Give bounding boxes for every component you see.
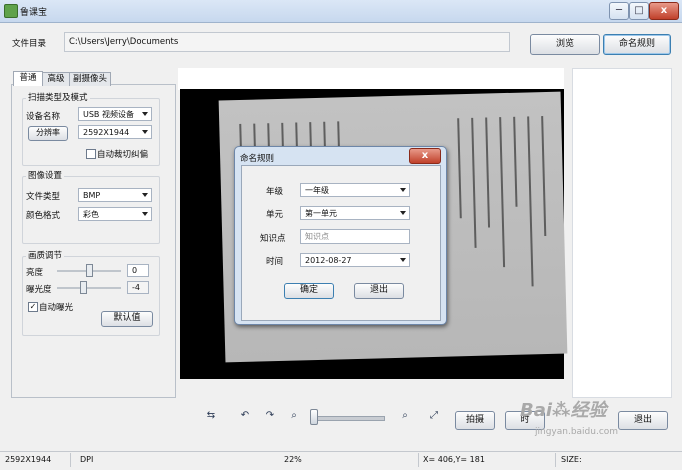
quality-group-title: 画质调节 — [26, 249, 65, 261]
zoom-slider-thumb[interactable] — [310, 409, 318, 425]
paw-icon: ⁂ — [552, 400, 571, 421]
watermark-brand-right: 经验 — [570, 400, 607, 421]
exit-button[interactable]: 退出 — [618, 411, 668, 430]
auto-exposure-checkbox[interactable]: ✓ — [28, 302, 38, 312]
dialog-close-button[interactable]: x — [409, 148, 441, 164]
resolution-value: 2592X1944 — [83, 128, 130, 137]
knowledge-label: 知识点 — [260, 234, 286, 244]
status-divider — [555, 453, 556, 467]
rotate-left-icon[interactable]: ↶ — [238, 410, 252, 421]
exposure-label: 曝光度 — [26, 285, 52, 295]
zoom-in-icon[interactable]: ⌕ — [398, 410, 412, 421]
time-label: 时间 — [266, 257, 284, 267]
text-line — [541, 116, 547, 237]
status-divider — [70, 453, 71, 467]
file-dir-input[interactable]: C:\Users\Jerry\Documents — [64, 32, 510, 52]
grade-value: 一年级 — [305, 186, 329, 195]
file-type-select[interactable]: BMP — [78, 188, 152, 202]
date-value: 2012-08-27 — [305, 256, 352, 265]
color-format-select[interactable]: 彩色 — [78, 207, 152, 221]
dialog-exit-button[interactable]: 退出 — [354, 283, 404, 299]
tab-sub-camera[interactable]: 副摄像头 — [69, 72, 111, 86]
brightness-label: 亮度 — [26, 268, 44, 278]
grade-select[interactable]: 一年级 — [300, 183, 410, 197]
text-line — [471, 117, 477, 248]
status-size: SIZE: — [561, 455, 582, 464]
close-button[interactable]: x — [649, 2, 679, 20]
chevron-down-icon — [142, 193, 148, 197]
color-format-label: 颜色格式 — [26, 211, 61, 221]
auto-exposure-label: 自动曝光 — [39, 303, 74, 313]
text-line — [499, 117, 506, 268]
color-format-value: 彩色 — [83, 210, 99, 219]
chevron-down-icon — [142, 112, 148, 116]
resolution-select[interactable]: 2592X1944 — [78, 125, 152, 139]
window-title: 鲁课宝 — [20, 8, 48, 18]
device-label: 设备名称 — [26, 112, 61, 122]
unit-select[interactable]: 第一单元 — [300, 206, 410, 220]
auto-crop-label: 自动裁切纠偏 — [97, 150, 149, 160]
device-value: USB 视频设备 — [83, 110, 134, 119]
status-zoom: 22% — [284, 455, 302, 464]
browse-button[interactable]: 浏览 — [530, 34, 600, 55]
file-type-label: 文件类型 — [26, 192, 61, 202]
thumbnail-panel[interactable] — [572, 68, 672, 398]
watermark-brand: Bai⁂经验 — [520, 396, 606, 422]
rotate-icon[interactable]: ⇆ — [204, 410, 218, 421]
app-icon — [4, 4, 18, 18]
tab-advanced[interactable]: 高级 — [42, 72, 70, 86]
maximize-button[interactable]: □ — [629, 2, 649, 20]
fit-screen-icon[interactable]: ⤢ — [427, 410, 441, 421]
ok-button[interactable]: 确定 — [284, 283, 334, 299]
image-group-title: 图像设置 — [26, 169, 65, 181]
rotate-right-icon[interactable]: ↷ — [263, 410, 277, 421]
text-line — [513, 116, 518, 207]
file-dir-label: 文件目录 — [12, 39, 47, 49]
file-type-value: BMP — [83, 191, 101, 200]
dialog-title: 命名规则 — [240, 154, 275, 164]
watermark-site: jingyan.baidu.com — [535, 427, 619, 437]
brightness-value[interactable]: 0 — [127, 264, 149, 277]
capture-button[interactable]: 拍摄 — [455, 411, 495, 430]
resolution-button[interactable]: 分辨率 — [28, 126, 68, 141]
date-picker[interactable]: 2012-08-27 — [300, 253, 410, 267]
calendar-dropdown-icon — [400, 258, 406, 262]
minimize-button[interactable]: ─ — [609, 2, 629, 20]
text-line — [457, 118, 462, 219]
auto-crop-checkbox[interactable] — [86, 149, 96, 159]
chevron-down-icon — [400, 188, 406, 192]
default-button[interactable]: 默认值 — [101, 311, 153, 327]
preview-top-margin — [178, 68, 564, 90]
exposure-slider-thumb[interactable] — [80, 281, 87, 294]
status-coords: X= 406,Y= 181 — [423, 455, 485, 464]
exposure-value[interactable]: -4 — [127, 281, 149, 294]
tab-normal[interactable]: 普通 — [13, 71, 43, 86]
chevron-down-icon — [400, 211, 406, 215]
title-bar — [0, 0, 682, 23]
zoom-slider-track[interactable] — [313, 416, 385, 421]
unit-value: 第一单元 — [305, 209, 337, 218]
status-resolution: 2592X1944 — [5, 455, 52, 464]
brightness-slider-thumb[interactable] — [86, 264, 93, 277]
naming-rules-dialog: 命名规则 x 年级 一年级 单元 第一单元 知识点 知识点 时间 2012-08… — [234, 146, 447, 325]
text-line — [527, 116, 534, 287]
zoom-out-icon[interactable]: ⌕ — [287, 410, 301, 421]
device-select[interactable]: USB 视频设备 — [78, 107, 152, 121]
status-dpi: DPI — [80, 455, 94, 464]
exposure-slider-track[interactable] — [57, 287, 121, 289]
status-divider — [418, 453, 419, 467]
chevron-down-icon — [142, 130, 148, 134]
scan-group-title: 扫描类型及模式 — [26, 91, 90, 103]
chevron-down-icon — [142, 212, 148, 216]
naming-rules-button[interactable]: 命名规则 — [603, 34, 671, 55]
unit-label: 单元 — [266, 210, 284, 220]
dialog-body: 年级 一年级 单元 第一单元 知识点 知识点 时间 2012-08-27 确定 … — [241, 165, 441, 321]
watermark-brand-left: Bai — [520, 400, 553, 421]
text-line — [485, 117, 491, 228]
knowledge-input[interactable]: 知识点 — [300, 229, 410, 244]
grade-label: 年级 — [266, 187, 284, 197]
